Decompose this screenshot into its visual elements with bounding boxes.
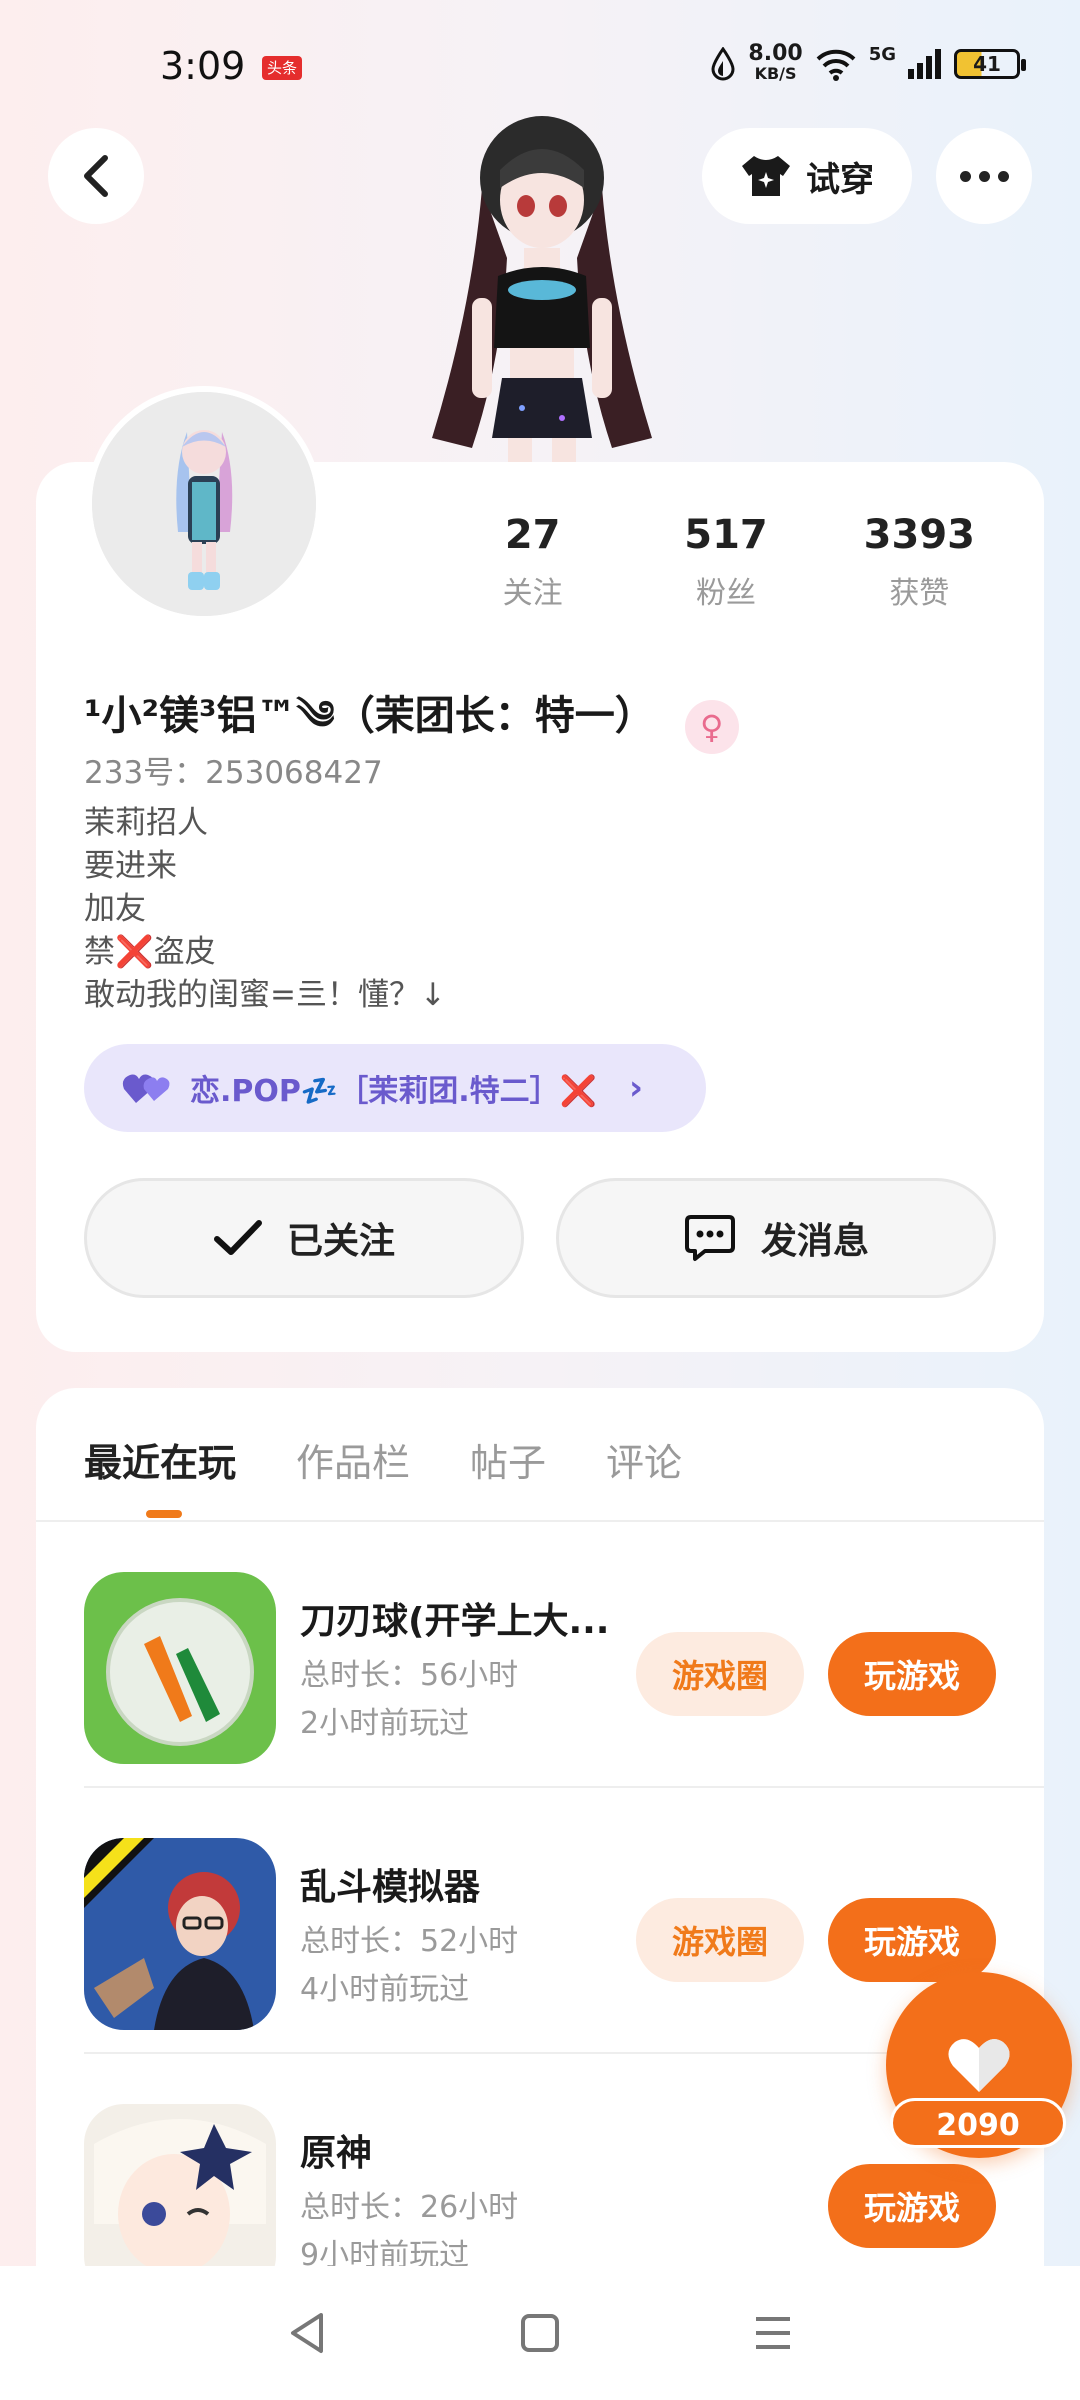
more-dot-icon xyxy=(997,170,1009,182)
battery-icon: 41 xyxy=(954,49,1026,79)
status-icons: 8.00 KB/S 5G 41 xyxy=(710,41,1026,84)
nav-home-icon[interactable] xyxy=(520,2313,560,2353)
bio: 茉莉招人 要进来 加友 禁❌盗皮 敢动我的闺蜜=亖！懂？↓ xyxy=(84,802,446,1017)
nav-menu-icon[interactable] xyxy=(753,2313,793,2353)
stat-likes[interactable]: 3393 获赞 xyxy=(823,512,1016,612)
game-duration: 总时长：52小时 xyxy=(300,1924,519,1959)
tab-indicator xyxy=(146,1510,182,1518)
game-icon-brawl-simulator xyxy=(84,1838,276,2030)
game-title: 原神 xyxy=(300,2133,373,2174)
club-badge[interactable]: 恋.POP💤［茉莉团.特二］❌ › xyxy=(84,1044,706,1132)
double-heart-icon xyxy=(122,1074,170,1103)
stats-row: 27 关注 517 粉丝 3393 获赞 xyxy=(436,512,1016,612)
play-game-button[interactable]: 玩游戏 xyxy=(828,1632,996,1716)
game-meta: 总时长：56小时 2小时前玩过 xyxy=(300,1652,518,1748)
game-meta: 总时长：52小时 4小时前玩过 xyxy=(300,1918,518,2014)
user-id: 233号：253068427 xyxy=(84,755,383,791)
data-saver-icon xyxy=(711,47,735,81)
chevron-right-icon: › xyxy=(628,1068,643,1108)
game-icon-blade-ball xyxy=(84,1572,276,1764)
tab-recently-played[interactable]: 最近在玩 xyxy=(84,1432,236,1487)
heart-icon xyxy=(948,2039,1010,2092)
game-circle-button[interactable]: 游戏圈 xyxy=(636,1898,804,1982)
shirt-icon xyxy=(742,156,790,196)
profile-card: 27 关注 517 粉丝 3393 获赞 ¹小²镁³铝™༄（茉团长：特一） ♀ … xyxy=(36,386,1044,1352)
game-last-played: 2小时前玩过 xyxy=(300,1706,470,1741)
profile-tabs: 最近在玩 作品栏 帖子 评论 xyxy=(84,1432,682,1487)
send-message-label: 发消息 xyxy=(760,1221,869,1262)
stat-following[interactable]: 27 关注 xyxy=(436,512,629,612)
followed-button[interactable]: 已关注 xyxy=(84,1178,524,1298)
wifi-icon xyxy=(816,49,856,81)
news-badge: 头条 xyxy=(262,56,302,80)
tab-posts[interactable]: 帖子 xyxy=(470,1432,546,1487)
more-button[interactable] xyxy=(936,128,1032,224)
tab-comments[interactable]: 评论 xyxy=(606,1432,682,1487)
more-dot-icon xyxy=(978,170,990,182)
send-message-button[interactable]: 发消息 xyxy=(556,1178,996,1298)
game-last-played: 9小时前玩过 xyxy=(300,2238,470,2268)
bio-line: 要进来 xyxy=(84,848,177,884)
play-game-button[interactable]: 玩游戏 xyxy=(828,2164,996,2248)
game-last-played: 4小时前玩过 xyxy=(300,1972,470,2007)
bio-line: 敢动我的闺蜜=亖！懂？↓ xyxy=(84,977,446,1013)
game-duration: 总时长：26小时 xyxy=(300,2190,519,2225)
bio-line: 茉莉招人 xyxy=(84,805,208,841)
game-title: 刀刃球(开学上大... xyxy=(300,1601,610,1642)
play-game-button[interactable]: 玩游戏 xyxy=(828,1898,996,1982)
try-on-button[interactable]: 试穿 xyxy=(702,128,912,224)
game-duration: 总时长：56小时 xyxy=(300,1658,519,1693)
followed-label: 已关注 xyxy=(286,1221,395,1262)
stat-followers[interactable]: 517 粉丝 xyxy=(629,512,822,612)
tab-works[interactable]: 作品栏 xyxy=(296,1432,410,1487)
game-row[interactable]: 刀刃球(开学上大... 总时长：56小时 2小时前玩过 游戏圈 玩游戏 xyxy=(84,1522,1044,1788)
like-count: 2090 xyxy=(890,2098,1066,2148)
try-on-label: 试穿 xyxy=(806,159,874,200)
game-circle-button[interactable]: 游戏圈 xyxy=(636,1632,804,1716)
net-speed: 8.00 KB/S xyxy=(748,41,803,84)
chat-bubble-icon xyxy=(684,1215,735,1261)
game-icon-genshin xyxy=(84,2104,276,2268)
nav-back-icon[interactable] xyxy=(287,2311,327,2355)
signal-icon xyxy=(908,49,941,79)
club-name: 恋.POP💤［茉莉团.特二］❌ xyxy=(190,1074,597,1109)
signal-label: 5G xyxy=(868,44,896,65)
system-nav-bar xyxy=(0,2266,1080,2400)
chevron-left-icon xyxy=(84,155,108,197)
avatar-figure-icon xyxy=(92,392,316,616)
female-gender-icon: ♀ xyxy=(684,699,739,754)
game-meta: 总时长：26小时 9小时前玩过 xyxy=(300,2184,518,2268)
bio-line: 禁❌盗皮 xyxy=(84,934,216,970)
bio-line: 加友 xyxy=(84,891,146,927)
check-icon xyxy=(213,1220,262,1255)
avatar[interactable] xyxy=(86,386,322,622)
more-dot-icon xyxy=(959,170,971,182)
character-avatar-image xyxy=(432,116,652,468)
game-title: 乱斗模拟器 xyxy=(300,1867,481,1908)
back-button[interactable] xyxy=(48,128,144,224)
status-time: 3:09 xyxy=(160,44,246,88)
